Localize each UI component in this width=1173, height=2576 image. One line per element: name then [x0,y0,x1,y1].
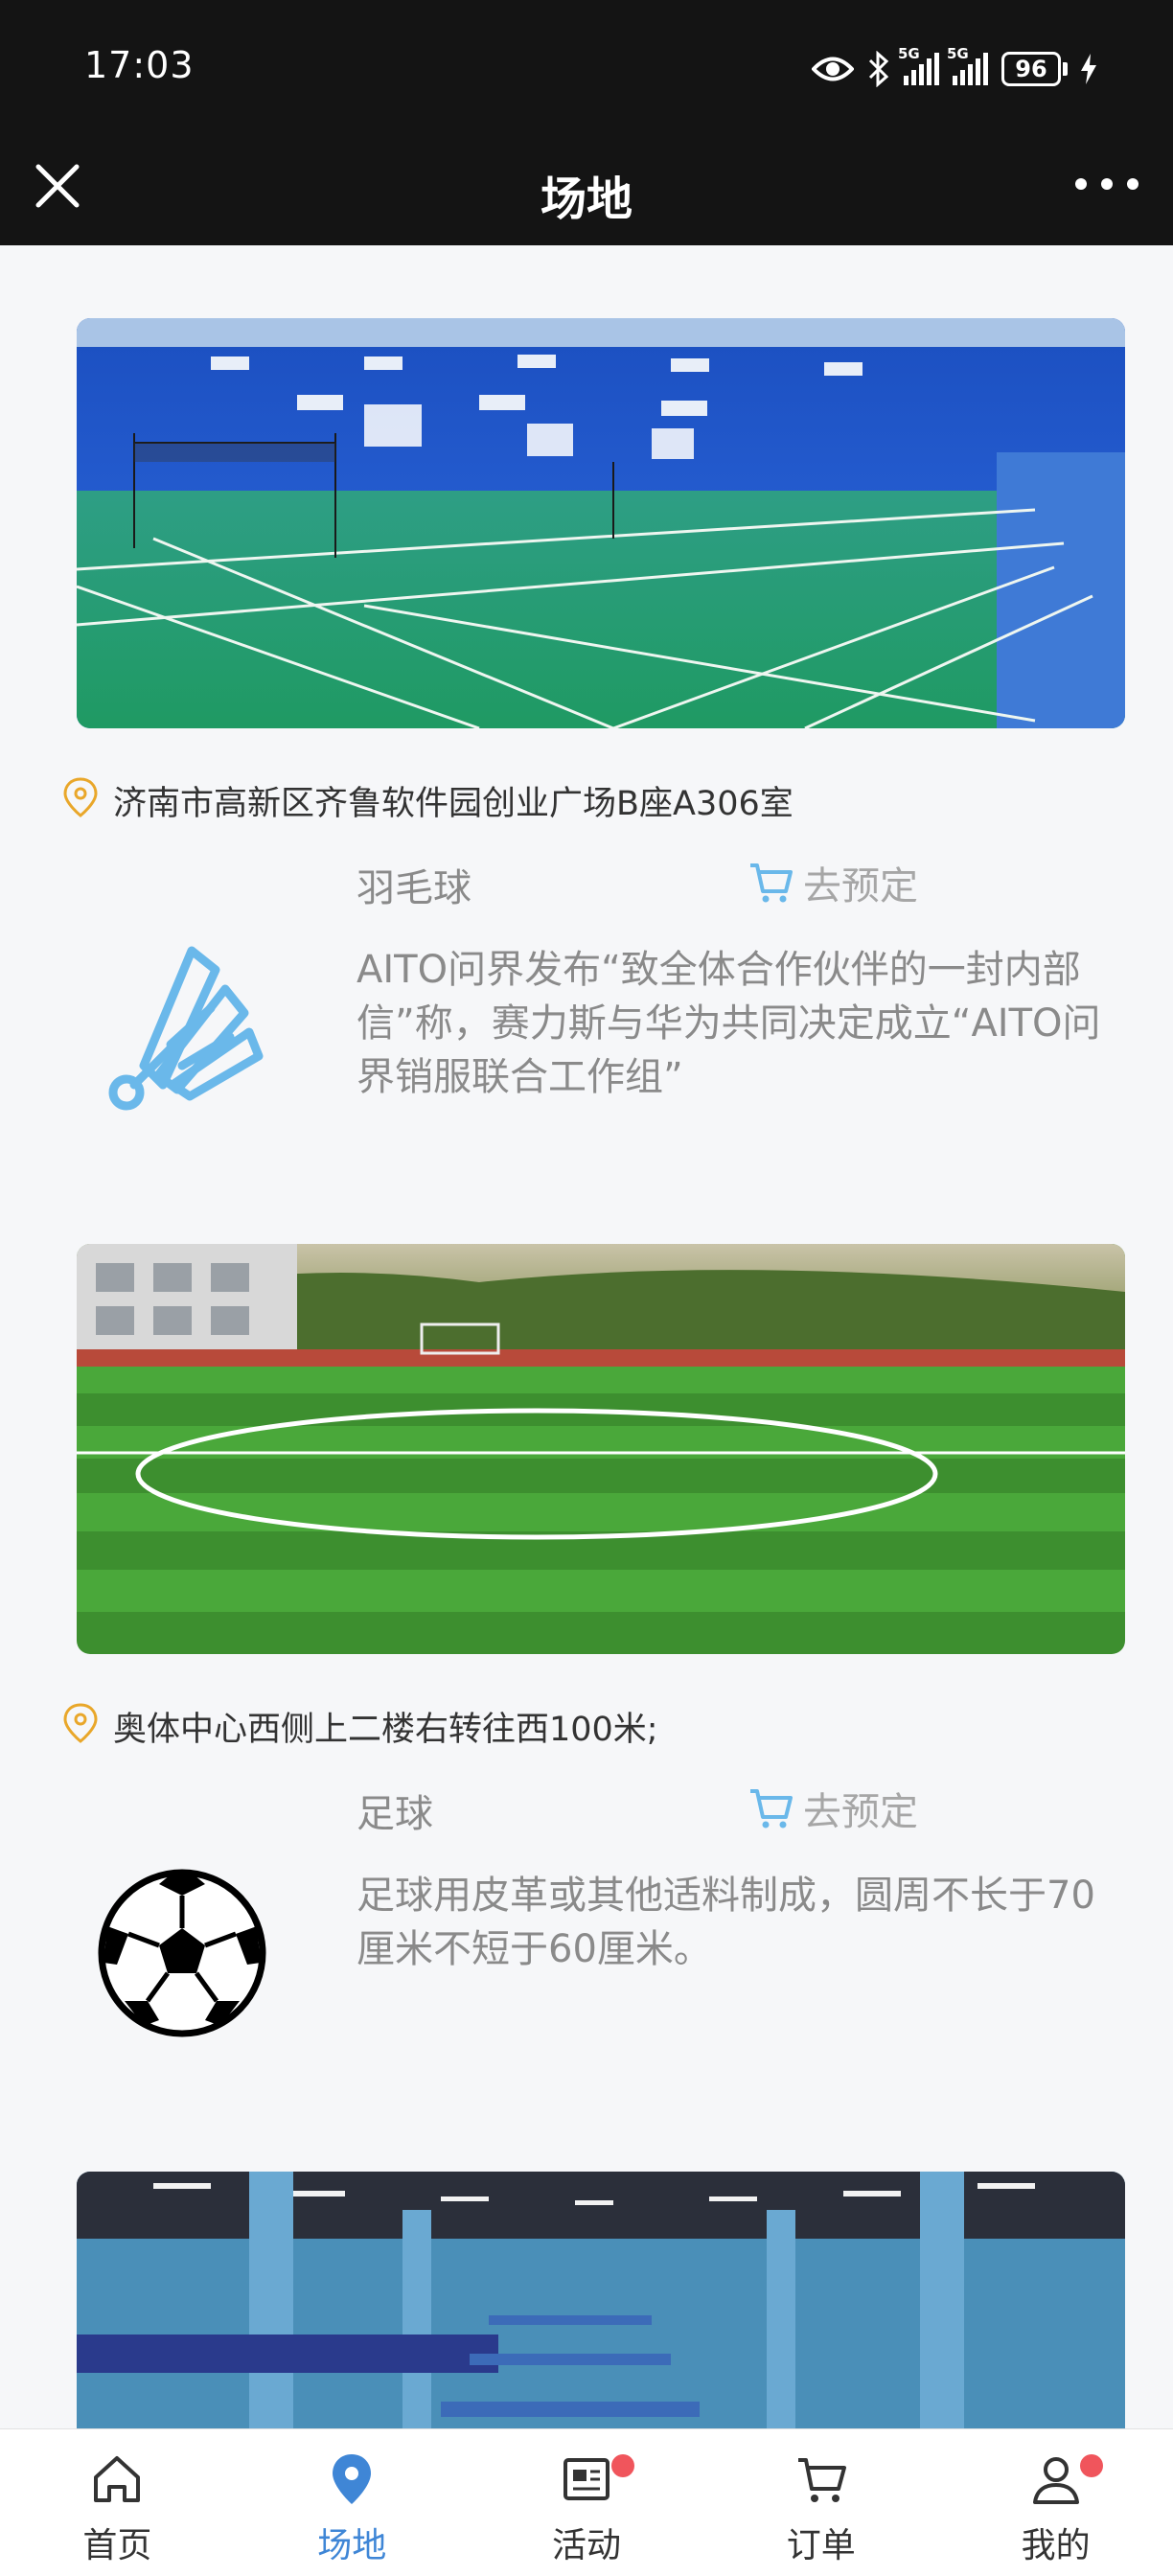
venue-card[interactable] [0,2172,1173,2428]
venue-description: AITO问界发布“致全体合作伙伴的一封内部信”称，赛力斯与华为共同决定成立“AI… [356,948,1101,1099]
battery-tip [1063,62,1068,76]
venue-address: 奥体中心西侧上二楼右转往西100米; [113,1711,658,1749]
table-tennis-hall-photo[interactable] [77,2172,1125,2428]
tab-home[interactable]: 首页 [0,2429,235,2576]
tab-profile-label: 我的 [1021,2526,1091,2565]
location-pin-icon [63,777,98,817]
user-icon [1032,2457,1079,2504]
soccer-ball-icon [98,1869,266,2037]
bluetooth-icon [868,51,889,87]
tab-venues-label: 场地 [317,2526,387,2565]
sport-name: 羽毛球 [356,866,472,910]
venue-address: 济南市高新区齐鲁软件园创业广场B座A306室 [113,785,794,823]
tab-home-label: 首页 [82,2526,152,2565]
signal-icon: 5G [898,45,939,85]
book-button[interactable]: 去预定 [748,1781,918,1836]
venue-description: 足球用皮革或其他适料制成，圆周不长于70厘米不短于60厘米。 [356,1874,1095,1971]
charging-icon [1081,54,1096,84]
battery-level: 96 [1015,56,1047,82]
status-bar: 17:03 5G 5G 96 [0,0,1173,134]
page-title: 场地 [540,172,632,226]
tab-activities-label: 活动 [551,2526,621,2565]
notification-badge [610,2454,634,2477]
eye-icon [812,57,854,81]
bottom-tab-bar: 首页 场地 活动 订单 我的 [0,2428,1173,2576]
badminton-court-photo[interactable] [77,318,1125,728]
location-pin-icon [63,1703,98,1743]
location-icon [333,2454,372,2504]
venue-card[interactable]: 奥体中心西侧上二楼右转往西100米; 足球 去预定 足球用皮革或其他适料制成，圆… [0,1244,1173,2106]
sport-name: 足球 [356,1792,433,1836]
title-bar: 场地 [0,134,1173,245]
news-icon [563,2458,610,2500]
more-dot [1075,178,1087,190]
football-field-photo[interactable] [77,1244,1125,1654]
battery-icon: 96 [1001,52,1061,86]
cart-icon [750,1789,793,1828]
book-button[interactable]: 去预定 [748,855,918,910]
cart-icon [797,2458,846,2502]
tab-orders[interactable]: 订单 [703,2429,938,2576]
more-dot [1101,178,1113,190]
badminton-shuttlecock-icon [108,946,264,1111]
tab-orders-label: 订单 [786,2526,856,2565]
tab-profile[interactable]: 我的 [938,2429,1173,2576]
book-label: 去预定 [803,1790,918,1834]
signal-icon: 5G [947,45,988,85]
more-button[interactable] [1075,165,1138,203]
tab-activities[interactable]: 活动 [470,2429,704,2576]
more-dot [1127,178,1138,190]
status-time: 17:03 [84,44,195,86]
status-icons: 5G 5G 96 [812,45,1096,90]
notification-badge [1080,2454,1104,2477]
tab-venues[interactable]: 场地 [235,2429,470,2576]
book-label: 去预定 [803,864,918,908]
cart-icon [750,863,793,903]
venue-card[interactable]: 济南市高新区齐鲁软件园创业广场B座A306室 羽毛球 去预定 AITO问界发布“… [0,318,1173,1181]
home-icon [94,2456,141,2502]
